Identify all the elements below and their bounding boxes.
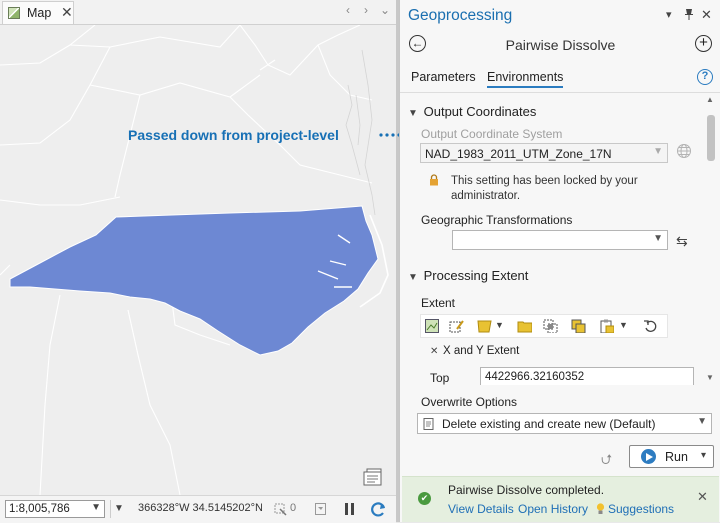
section-processing-extent[interactable]: ▼ Processing Extent <box>408 268 528 283</box>
run-button[interactable]: Run ▾ <box>629 445 714 468</box>
close-icon[interactable]: ✕ <box>701 7 712 23</box>
chevron-down-icon[interactable]: ▼ <box>495 320 504 330</box>
scale-value: 1:8,005,786 <box>9 503 70 515</box>
status-message: Pairwise Dissolve completed. <box>448 483 605 497</box>
add-icon[interactable]: + <box>695 35 712 52</box>
selection-icon[interactable] <box>274 501 288 517</box>
top-value: 4422966.32160352 <box>485 371 585 383</box>
suggestions-link[interactable]: Suggestions <box>608 502 674 516</box>
status-bar: ✔ Pairwise Dissolve completed. View Deta… <box>402 476 719 522</box>
overwrite-options-label: Overwrite Options <box>421 395 518 409</box>
selected-count: 0 <box>290 502 297 514</box>
environments-panel: ▼ Output Coordinates Output Coordinate S… <box>400 93 720 385</box>
swap-icon[interactable]: ⇆ <box>676 233 688 250</box>
batch-icon[interactable]: ⮍ <box>601 449 612 473</box>
globe-icon[interactable] <box>676 143 692 159</box>
geo-transform-dropdown[interactable]: ▼ <box>452 230 668 250</box>
lock-icon <box>430 174 438 186</box>
close-icon[interactable]: ✕ <box>697 489 708 505</box>
chevron-down-icon[interactable]: ✕ <box>430 346 438 357</box>
checkmark-icon: ✔ <box>418 492 431 505</box>
chevron-up-icon[interactable]: ▲ <box>706 95 714 104</box>
chevron-right-icon[interactable]: › <box>364 3 368 17</box>
chevron-down-icon: ▼ <box>653 146 663 157</box>
tool-name: Pairwise Dissolve <box>505 37 616 53</box>
view-details-link[interactable]: View Details <box>448 502 514 516</box>
map-canvas[interactable] <box>0 25 396 495</box>
map-pane: Map ✕ ‹ › ⌄ 1:8,005,786 ▼ ▼ 366328°W 34.… <box>0 0 399 523</box>
chevron-left-icon[interactable]: ‹ <box>346 3 350 17</box>
section-title: Processing Extent <box>423 268 529 283</box>
coord-system-value: NAD_1983_2011_UTM_Zone_17N <box>425 147 612 161</box>
pin-icon[interactable] <box>683 8 695 20</box>
lightbulb-icon <box>596 503 605 514</box>
chevron-down-icon: ▼ <box>408 108 418 119</box>
geoprocessing-pane: Geoprocessing ▾ ✕ ← Pairwise Dissolve + … <box>399 0 720 522</box>
reset-icon[interactable] <box>643 319 658 333</box>
pause-icon[interactable] <box>343 501 357 517</box>
play-icon <box>641 449 656 464</box>
folder-icon[interactable] <box>517 319 532 333</box>
xy-extent-label: X and Y Extent <box>443 345 520 357</box>
scale-dropdown[interactable]: 1:8,005,786 ▼ <box>5 500 105 518</box>
map-icon <box>8 7 20 19</box>
section-output-coordinates[interactable]: ▼ Output Coordinates <box>408 104 536 119</box>
pane-title: Geoprocessing <box>408 7 513 24</box>
coord-system-dropdown[interactable]: NAD_1983_2011_UTM_Zone_17N ▼ <box>420 143 668 163</box>
scroll-thumb[interactable] <box>707 115 715 161</box>
chevron-down-icon: ▼ <box>91 502 101 513</box>
chevron-down-icon[interactable]: ⌄ <box>380 3 390 17</box>
chevron-down-icon[interactable]: ▼ <box>619 320 628 330</box>
chevron-down-icon: ▼ <box>697 416 707 427</box>
paste-icon[interactable] <box>599 319 614 333</box>
tab-environments[interactable]: Environments <box>487 70 564 88</box>
close-icon[interactable]: ✕ <box>61 4 73 21</box>
units-dropdown[interactable]: ▼ <box>110 500 127 518</box>
layer-extent-icon[interactable] <box>477 319 492 333</box>
chevron-down-icon: ▼ <box>408 272 418 283</box>
overwrite-options-dropdown[interactable]: Delete existing and create new (Default)… <box>417 413 712 434</box>
chevron-down-icon[interactable]: ▼ <box>706 373 714 382</box>
draw-extent-icon[interactable] <box>449 319 464 333</box>
map-tab-bar: Map ✕ ‹ › ⌄ <box>0 0 399 25</box>
extent-label: Extent <box>421 296 456 310</box>
top-input[interactable]: 4422966.32160352 <box>480 367 694 385</box>
document-icon <box>423 418 434 430</box>
map-status-bar: 1:8,005,786 ▼ ▼ 366328°W 34.5145202°N 0 <box>0 495 396 523</box>
coordinate-readout: 366328°W 34.5145202°N <box>138 502 262 514</box>
extent-toolbar: ▼ ▼ <box>420 314 668 338</box>
map-drawing <box>0 25 389 495</box>
open-history-link[interactable]: Open History <box>518 502 588 516</box>
overwrite-value: Delete existing and create new (Default) <box>442 417 656 431</box>
tab-parameters[interactable]: Parameters <box>411 70 476 84</box>
top-label: Top <box>430 371 450 385</box>
map-extent-icon[interactable] <box>425 319 440 333</box>
locked-message: This setting has been locked by your adm… <box>451 175 638 202</box>
geo-transform-label: Geographic Transformations <box>421 213 573 227</box>
section-title: Output Coordinates <box>423 104 537 119</box>
chevron-down-icon[interactable]: ▾ <box>666 8 672 21</box>
union-icon[interactable] <box>571 319 586 333</box>
vertical-scrollbar[interactable]: ▲ ▼ <box>705 93 715 385</box>
map-tab[interactable]: Map ✕ <box>2 1 74 24</box>
chevron-down-icon[interactable]: ▾ <box>701 450 706 461</box>
annotation-callout: Passed down from project-level <box>128 127 339 143</box>
refresh-icon[interactable] <box>370 501 388 517</box>
run-label: Run <box>665 450 688 464</box>
intersection-icon[interactable] <box>543 319 558 333</box>
filter-icon[interactable] <box>314 501 328 517</box>
map-tab-label: Map <box>27 6 52 20</box>
layout-icon[interactable] <box>363 468 385 488</box>
help-icon[interactable]: ? <box>697 69 713 85</box>
chevron-down-icon: ▼ <box>653 233 663 244</box>
coord-system-label: Output Coordinate System <box>421 127 563 141</box>
